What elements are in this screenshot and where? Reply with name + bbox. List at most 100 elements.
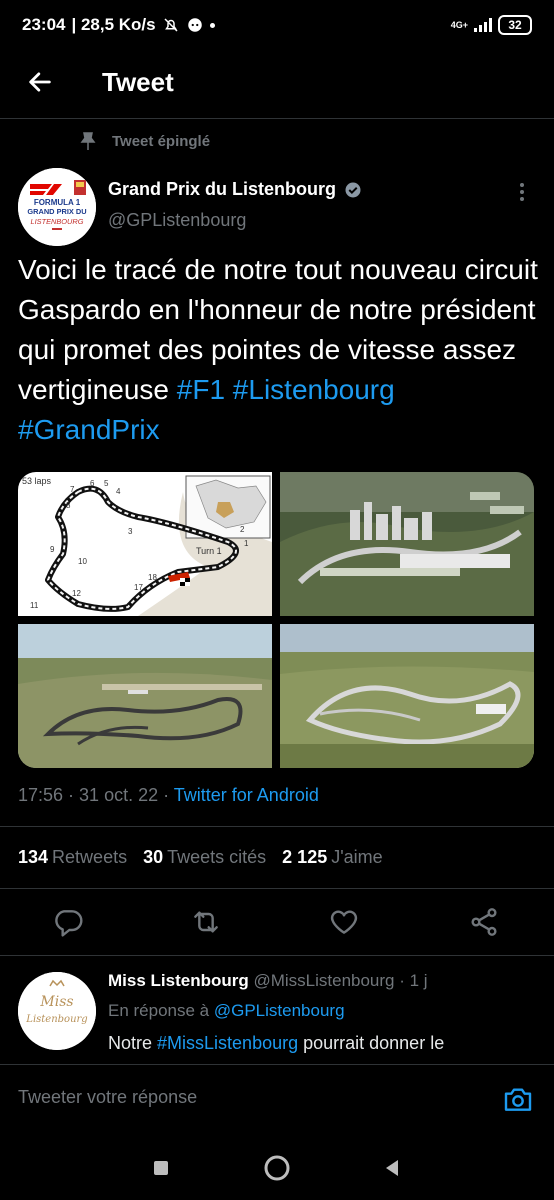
header-divider <box>0 118 554 119</box>
pinned-indicator: Tweet épinglé <box>80 132 210 150</box>
reply-text-suffix: pourrait donner le <box>298 1033 445 1053</box>
likes-label: J'aime <box>331 847 383 867</box>
pinned-label: Tweet épinglé <box>112 132 211 150</box>
reply-header[interactable]: Miss Listenbourg @MissListenbourg · 1 j <box>108 971 428 991</box>
map-number: 11 <box>30 601 39 610</box>
app-header: Tweet <box>0 50 554 114</box>
circuit-aerial-photo-2[interactable] <box>280 624 534 768</box>
signal-icon <box>474 18 492 32</box>
avatar-line-1: FORMULA 1 <box>34 198 81 207</box>
reply-icon <box>55 910 83 937</box>
avatar-line-2: GRAND PRIX DU <box>27 207 86 216</box>
retweet-button[interactable] <box>190 906 222 938</box>
retweet-icon <box>194 911 218 933</box>
camera-icon <box>504 1088 532 1111</box>
system-back-button[interactable] <box>376 1152 408 1184</box>
reply-author-name: Miss Listenbourg <box>108 971 249 990</box>
circuit-map-svg: 53 laps Turn 1 1 2 3 4 5 6 7 8 9 10 11 1… <box>18 472 272 616</box>
arrow-left-icon <box>29 72 51 92</box>
share-icon <box>471 908 497 936</box>
retweets-count: 134 <box>18 847 49 867</box>
author-handle[interactable]: @GPListenbourg <box>108 210 362 231</box>
reply-mention-link[interactable]: @GPListenbourg <box>214 1001 345 1020</box>
reply-input[interactable]: Tweeter votre réponse <box>18 1087 197 1108</box>
map-number: 12 <box>72 589 81 598</box>
map-number: 4 <box>116 487 121 496</box>
quotes-stat[interactable]: 30 Tweets cités <box>143 847 266 868</box>
map-number: 10 <box>78 557 87 566</box>
likes-stat[interactable]: 2 125 J'aime <box>282 847 383 868</box>
map-number: 9 <box>50 545 55 554</box>
tweet-date: 17:56 · 31 oct. 22 · <box>18 785 174 805</box>
likes-count: 2 125 <box>282 847 328 867</box>
map-number: 3 <box>128 527 133 536</box>
page-title: Tweet <box>102 66 174 97</box>
map-number: 1 <box>244 539 249 548</box>
pin-icon <box>80 132 96 150</box>
map-number: 8 <box>66 501 71 510</box>
triangle-back-icon <box>386 1160 398 1176</box>
circle-icon <box>264 1155 290 1181</box>
square-icon <box>154 1161 168 1175</box>
map-number: 5 <box>104 479 109 488</box>
meta-divider <box>0 826 554 827</box>
author-name[interactable]: Grand Prix du Listenbourg <box>108 179 336 200</box>
hashtag-f1[interactable]: #F1 <box>177 374 225 405</box>
reply-text: Notre #MissListenbourg pourrait donner l… <box>108 1033 538 1054</box>
reply-composer: Tweeter votre réponse <box>0 1064 554 1134</box>
aerial-photo-svg-2 <box>280 624 534 768</box>
battery-icon: 32 <box>498 15 532 35</box>
system-nav-bar <box>0 1134 554 1200</box>
map-laps-label: 53 laps <box>22 476 52 486</box>
avatar-line-3: LISTENBOURG <box>31 217 84 226</box>
gp-logo-icon: FORMULA 1 GRAND PRIX DU LISTENBOURG <box>18 168 96 246</box>
reply-author-handle: @MissListenbourg · 1 j <box>253 971 428 990</box>
reply-context: En réponse à @GPListenbourg <box>108 1001 345 1021</box>
author-avatar[interactable]: FORMULA 1 GRAND PRIX DU LISTENBOURG <box>18 168 96 246</box>
map-number: 7 <box>70 485 75 494</box>
status-time: 23:04 <box>22 15 66 34</box>
map-turn-label: Turn 1 <box>196 546 222 556</box>
reply-text-prefix: Notre <box>108 1033 158 1053</box>
tweet-source-link[interactable]: Twitter for Android <box>174 785 319 805</box>
tweet-stats: 134 Retweets 30 Tweets cités 2 125 J'aime <box>18 847 383 868</box>
home-button[interactable] <box>261 1152 293 1184</box>
map-number: 2 <box>240 525 245 534</box>
tweet-text: Voici le tracé de notre tout nouveau cir… <box>18 250 538 450</box>
heart-icon <box>330 910 358 934</box>
stats-divider <box>0 888 554 889</box>
retweets-stat[interactable]: 134 Retweets <box>18 847 127 868</box>
status-speed: | 28,5 Ko/s <box>71 15 156 34</box>
hashtag-listenbourg[interactable]: #Listenbourg <box>233 374 395 405</box>
actions-divider <box>0 955 554 956</box>
miss-logo-icon: Miss Listenbourg <box>18 972 96 1050</box>
author-block[interactable]: Grand Prix du Listenbourg @GPListenbourg <box>108 179 362 231</box>
status-bar: 23:04 | 28,5 Ko/s 4G+ 32 <box>0 0 554 50</box>
reply-avatar[interactable]: Miss Listenbourg <box>18 972 96 1050</box>
verified-badge-icon <box>345 182 361 197</box>
circuit-map-image[interactable]: 53 laps Turn 1 1 2 3 4 5 6 7 8 9 10 11 1… <box>18 472 272 616</box>
messenger-icon <box>187 18 202 32</box>
share-button[interactable] <box>468 906 500 938</box>
add-photo-button[interactable] <box>502 1083 534 1115</box>
map-number: 6 <box>90 479 95 488</box>
circuit-aerial-photo-1[interactable] <box>18 624 272 768</box>
circuit-render-city-image[interactable] <box>280 472 534 616</box>
retweets-label: Retweets <box>52 847 128 867</box>
back-button[interactable] <box>16 58 64 106</box>
city-render-svg <box>280 472 534 616</box>
like-button[interactable] <box>328 906 360 938</box>
more-options-button[interactable] <box>510 180 534 204</box>
miss-logo-top: Miss <box>39 994 73 1010</box>
reply-context-prefix: En réponse à <box>108 1001 214 1020</box>
reply-hashtag-link[interactable]: #MissListenbourg <box>157 1033 298 1053</box>
more-vertical-icon <box>520 183 524 201</box>
network-type: 4G+ <box>450 19 468 30</box>
map-number: 17 <box>134 583 143 592</box>
hashtag-grandprix[interactable]: #GrandPrix <box>18 414 160 445</box>
recents-button[interactable] <box>145 1152 177 1184</box>
tweet-actions <box>0 900 554 944</box>
miss-logo-bottom: Listenbourg <box>25 1014 87 1025</box>
status-dot <box>209 22 215 28</box>
reply-button[interactable] <box>52 906 84 938</box>
